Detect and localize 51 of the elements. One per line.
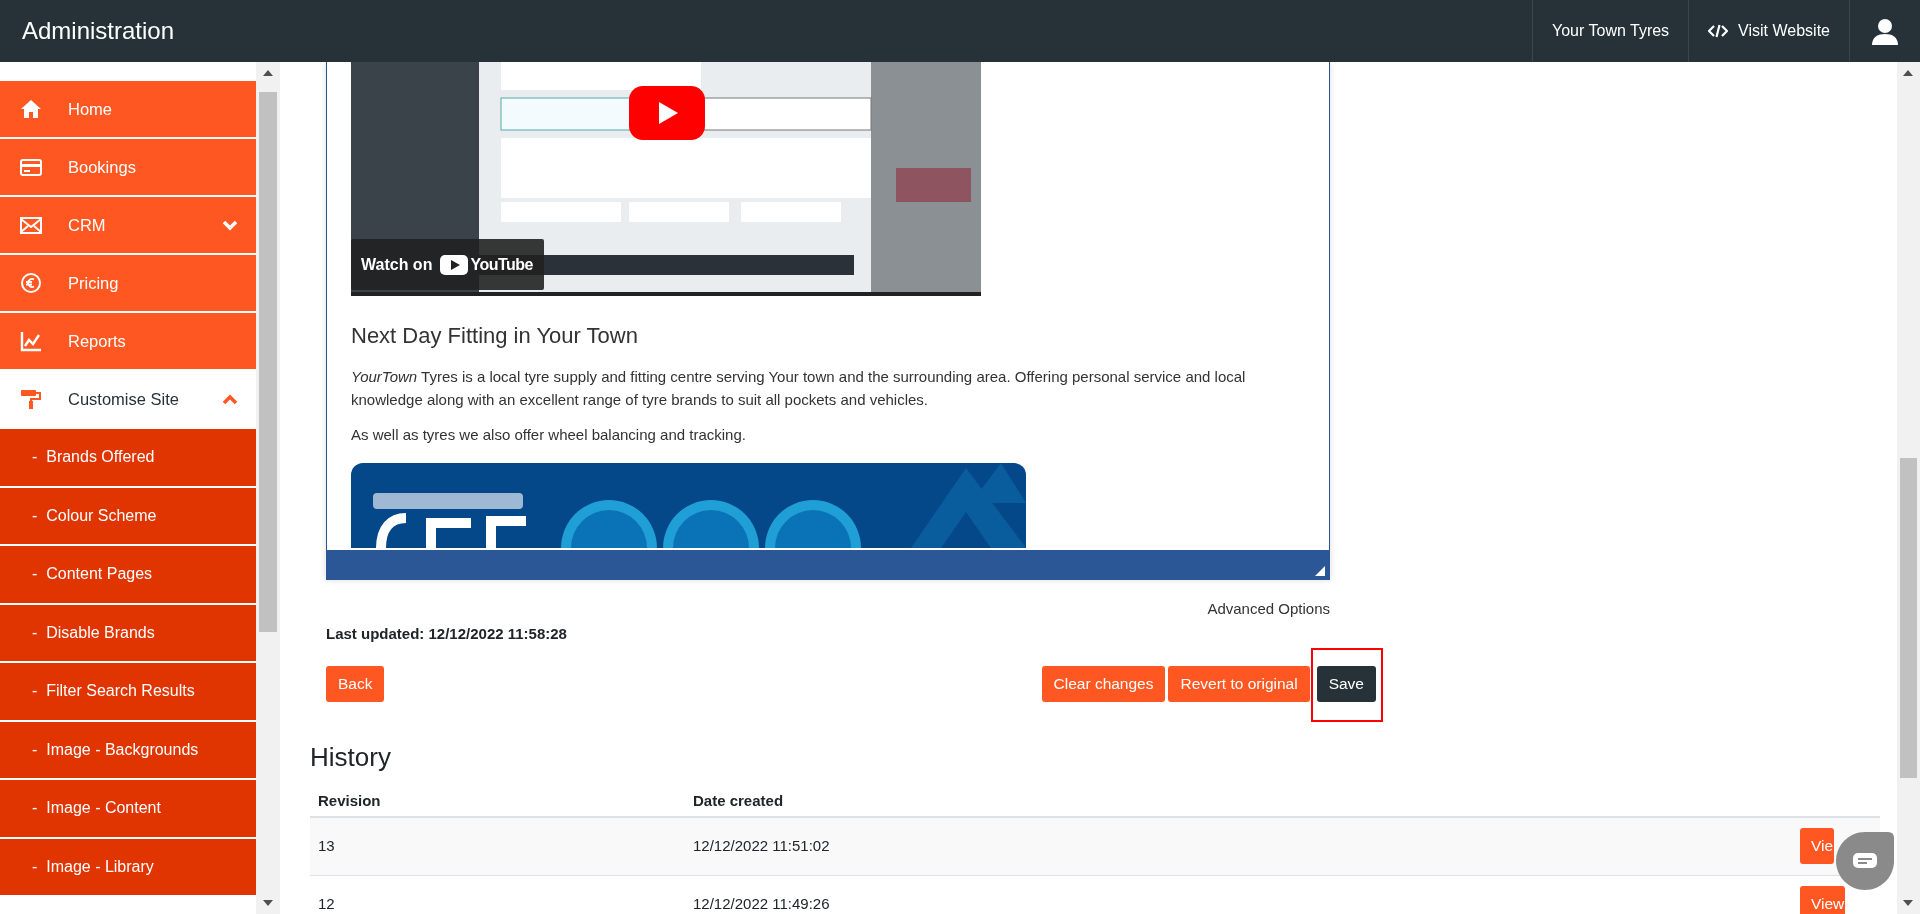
sidebar-item[interactable]: CRM	[0, 197, 256, 255]
home-icon	[20, 98, 42, 120]
table-cell: 12	[310, 875, 685, 914]
user-icon	[1870, 16, 1900, 46]
sidebar-subitem[interactable]: - Content Pages	[0, 546, 256, 605]
content-paragraph: YourTown Tyres is a local tyre supply and fitting centre serving Your town and the surrounding area. Offering personal service and local knowledge along with an excellent range of tyre brands to suit all pockets and vehicles.	[351, 367, 1247, 411]
sidebar-subitem[interactable]: - Filter Search Results	[0, 663, 256, 722]
youtube-label: YouTube	[470, 254, 533, 275]
paint-roller-icon	[20, 388, 42, 410]
view-button[interactable]: Vie	[1800, 828, 1835, 865]
sidebar-subitem[interactable]: - Image - Backgrounds	[0, 721, 256, 780]
sidebar-item[interactable]: Reports	[0, 313, 256, 371]
sidebar-item[interactable]: Home	[0, 81, 256, 139]
action-button[interactable]: Revert to original	[1168, 666, 1310, 702]
visit-website-link[interactable]: Visit Website	[1688, 0, 1849, 62]
sidebar-subitem[interactable]: - Disable Brands	[0, 604, 256, 663]
card-icon	[20, 156, 42, 178]
resize-handle-icon	[1315, 566, 1325, 576]
sidebar-scrollbar[interactable]	[256, 62, 280, 914]
play-icon	[440, 254, 469, 275]
watch-on-youtube-link[interactable]: Watch on YouTube	[351, 239, 544, 290]
euro-icon	[20, 272, 42, 294]
action-button[interactable]: Clear changes	[1041, 666, 1166, 702]
app-title: Administration	[21, 16, 176, 46]
sidebar-item[interactable]: Bookings	[0, 139, 256, 197]
play-icon	[629, 86, 705, 140]
scroll-up-icon[interactable]	[263, 70, 273, 76]
sidebar-item[interactable]: Pricing	[0, 255, 256, 313]
scroll-down-icon[interactable]	[1903, 900, 1913, 906]
sidebar-subitem[interactable]: - Image - Library	[0, 838, 256, 897]
history-heading: History	[310, 742, 392, 773]
view-button[interactable]: View	[1800, 886, 1846, 914]
table-cell: 12/12/2022 11:51:02	[685, 817, 1795, 875]
action-button[interactable]: Save	[1316, 666, 1376, 702]
action-button[interactable]: Back	[326, 666, 385, 702]
content-heading: Next Day Fitting in Your Town	[351, 323, 639, 350]
page-scrollbar[interactable]	[1897, 62, 1920, 914]
sidebar-subitem[interactable]: - Image - Content	[0, 780, 256, 839]
code-icon	[1708, 23, 1729, 39]
content-paragraph: As well as tyres we also offer wheel balancing and tracking.	[351, 425, 747, 446]
table-cell: 13	[310, 817, 685, 875]
advanced-options-link[interactable]: Advanced Options	[1207, 600, 1330, 617]
last-updated-text: Last updated: 12/12/2022 11:58:28	[326, 623, 568, 644]
sidebar-subitem[interactable]: - Brands Offered	[0, 429, 256, 488]
scroll-up-icon[interactable]	[1903, 70, 1913, 76]
scroll-down-icon[interactable]	[263, 900, 273, 906]
sidebar-subitem[interactable]: - Colour Scheme	[0, 487, 256, 546]
chart-icon	[20, 330, 42, 352]
table-cell: 12/12/2022 11:49:26	[685, 875, 1795, 914]
site-name-link[interactable]: Your Town Tyres	[1532, 0, 1689, 62]
envelope-icon	[20, 214, 42, 236]
